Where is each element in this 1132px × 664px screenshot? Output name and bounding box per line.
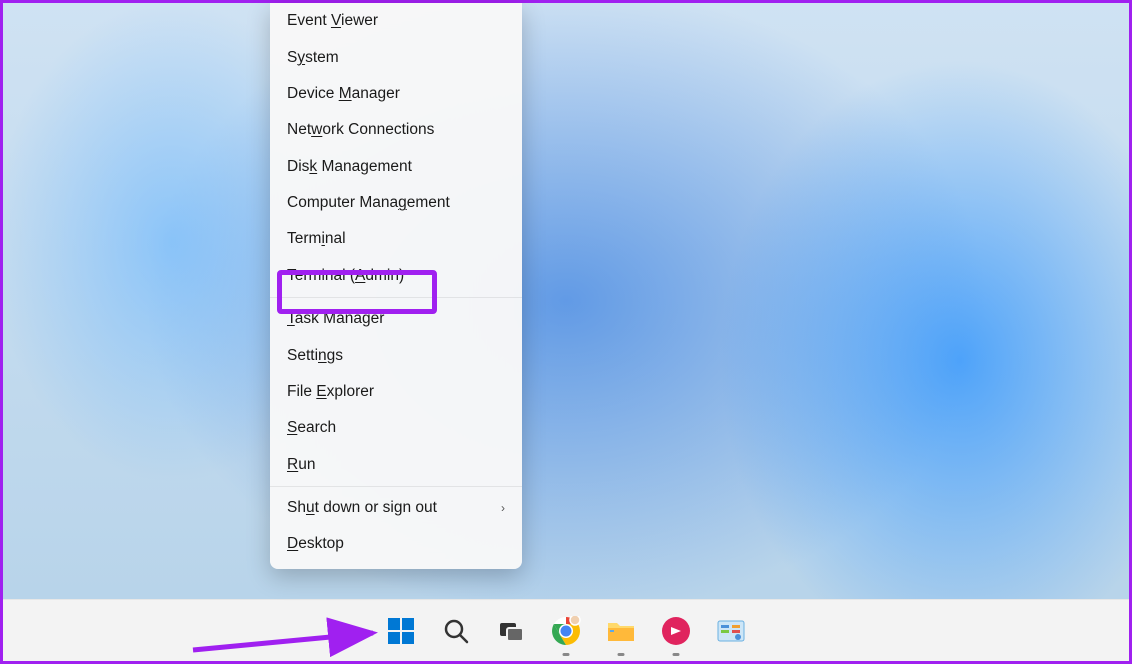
winx-context-menu: Event Viewer System Device Manager Network … — [270, 3, 522, 569]
menu-item-label: Network Connections — [287, 121, 434, 139]
menu-separator — [270, 297, 522, 298]
running-indicator — [673, 653, 680, 656]
menu-item-run[interactable]: Run — [270, 447, 522, 483]
search-icon — [442, 617, 470, 645]
menu-item-system[interactable]: System — [270, 39, 522, 75]
menu-item-label: Device Manager — [287, 85, 400, 103]
menu-item-label: Search — [287, 419, 336, 437]
music-app-button[interactable] — [655, 610, 697, 652]
menu-item-label: Event Viewer — [287, 12, 378, 30]
menu-item-label: Settings — [287, 347, 343, 365]
menu-item-label: Desktop — [287, 535, 344, 553]
menu-item-terminal-admin[interactable]: Terminal (Admin) — [270, 258, 522, 294]
menu-item-label: Terminal — [287, 230, 346, 248]
menu-item-label: Shut down or sign out — [287, 499, 437, 517]
menu-item-event-viewer[interactable]: Event Viewer — [270, 3, 522, 39]
menu-item-desktop[interactable]: Desktop — [270, 526, 522, 562]
menu-separator — [270, 486, 522, 487]
music-app-icon — [661, 616, 691, 646]
windows-logo-icon — [387, 617, 415, 645]
running-indicator — [563, 653, 570, 656]
control-panel-button[interactable] — [710, 610, 752, 652]
menu-item-search[interactable]: Search — [270, 410, 522, 446]
menu-item-terminal[interactable]: Terminal — [270, 221, 522, 257]
menu-item-label: Computer Management — [287, 194, 450, 212]
menu-item-label: File Explorer — [287, 383, 374, 401]
menu-item-label: System — [287, 49, 339, 67]
menu-item-task-manager[interactable]: Task Manager — [270, 301, 522, 337]
search-button[interactable] — [435, 610, 477, 652]
folder-icon — [606, 617, 636, 645]
menu-item-device-manager[interactable]: Device Manager — [270, 76, 522, 112]
menu-item-shut-down-or-sign-out[interactable]: Shut down or sign out › — [270, 490, 522, 526]
menu-item-label: Disk Management — [287, 158, 412, 176]
control-panel-icon — [716, 617, 746, 645]
menu-item-settings[interactable]: Settings — [270, 337, 522, 373]
task-view-icon — [497, 617, 525, 645]
desktop-wallpaper — [3, 3, 1129, 599]
menu-item-label: Terminal (Admin) — [287, 267, 404, 285]
chrome-button[interactable] — [545, 610, 587, 652]
menu-item-disk-management[interactable]: Disk Management — [270, 149, 522, 185]
menu-item-file-explorer[interactable]: File Explorer — [270, 374, 522, 410]
task-view-button[interactable] — [490, 610, 532, 652]
chevron-right-icon: › — [501, 501, 505, 515]
chrome-icon — [551, 616, 581, 646]
menu-item-label: Task Manager — [287, 310, 384, 328]
start-button[interactable] — [380, 610, 422, 652]
taskbar — [3, 599, 1129, 661]
file-explorer-button[interactable] — [600, 610, 642, 652]
menu-item-label: Run — [287, 456, 315, 474]
menu-item-network-connections[interactable]: Network Connections — [270, 112, 522, 148]
menu-item-computer-management[interactable]: Computer Management — [270, 185, 522, 221]
running-indicator — [618, 653, 625, 656]
